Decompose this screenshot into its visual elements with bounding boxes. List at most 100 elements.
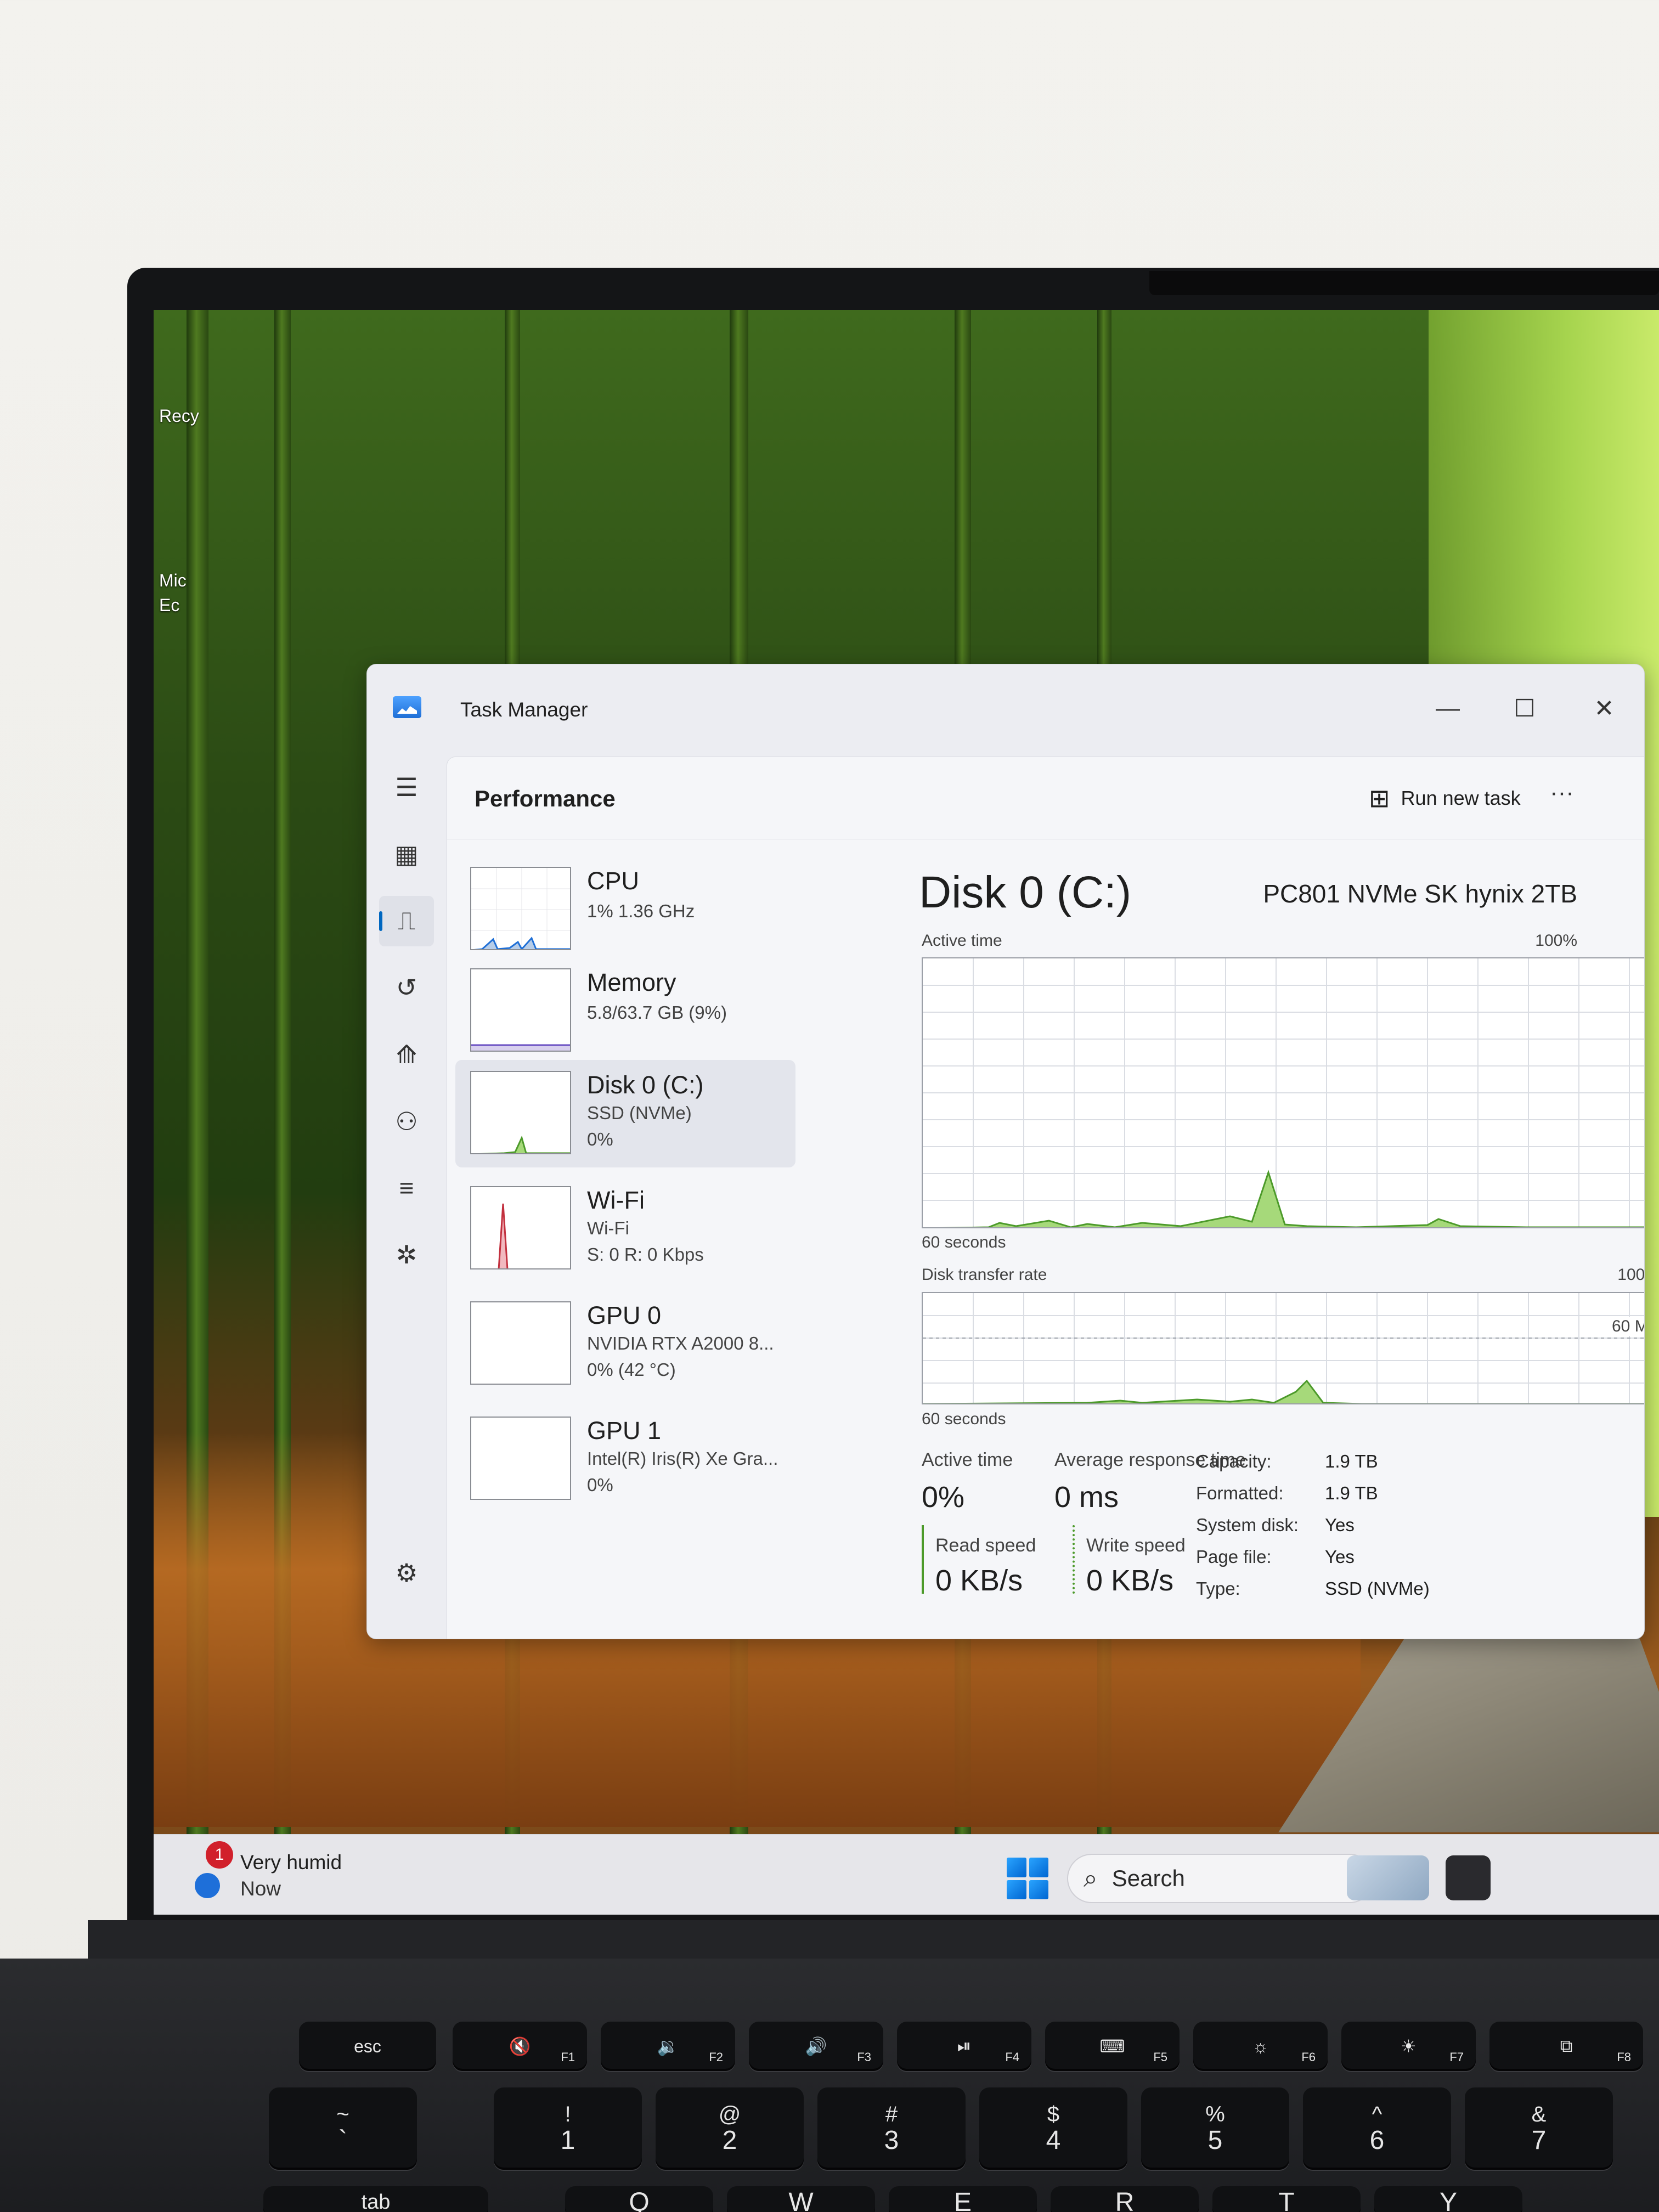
titlebar[interactable]: Task Manager — ☐ ✕: [367, 664, 1644, 747]
display-icon: ⧉: [1560, 2036, 1573, 2056]
key-t[interactable]: T: [1212, 2186, 1361, 2212]
startup-apps-icon[interactable]: ⟰: [379, 1029, 434, 1080]
brightness-down-icon: ☼: [1252, 2036, 1269, 2056]
task-manager-window: Task Manager — ☐ ✕ ☰ ▦ ⎍ ↺ ⟰ ⚇ ≡ ✲ ⚙ Per…: [366, 664, 1645, 1639]
active-time-label: Active time: [922, 932, 1002, 950]
close-button[interactable]: ✕: [1571, 686, 1637, 730]
f2-volume-down-key[interactable]: 🔉 F2: [601, 2022, 735, 2071]
resource-name: Wi-Fi: [587, 1186, 645, 1214]
f4-play-pause-key[interactable]: ⏯ F4: [897, 2022, 1031, 2071]
backtick-key[interactable]: ~ `: [269, 2087, 417, 2170]
cpu-thumbnail-graph: [470, 867, 571, 950]
key-q[interactable]: Q: [565, 2186, 713, 2212]
performance-icon[interactable]: ⎍: [379, 896, 434, 946]
key-bottom: 1: [560, 2125, 575, 2155]
resource-gpu-0[interactable]: GPU 0 NVIDIA RTX A2000 8... 0% (42 °C): [455, 1290, 795, 1398]
details-icon[interactable]: ≡: [379, 1163, 434, 1213]
transfer-rate-mid: 60 MB/s: [1609, 1317, 1644, 1336]
key-r[interactable]: R: [1051, 2186, 1199, 2212]
key-label: E: [953, 2187, 972, 2212]
wifi-thumbnail-graph: [470, 1186, 571, 1269]
key-top: %: [1205, 2102, 1225, 2126]
transfer-rate-graph: 60 MB/s: [922, 1292, 1644, 1404]
gpu0-thumbnail-graph: [470, 1301, 571, 1385]
key-fn-label: F5: [1153, 2050, 1167, 2064]
active-time-max: 100%: [1535, 932, 1577, 950]
key-5[interactable]: % 5: [1141, 2087, 1289, 2170]
key-fn-label: F4: [1005, 2050, 1019, 2064]
mute-icon: 🔇: [509, 2036, 531, 2056]
resource-wifi[interactable]: Wi-Fi Wi-Fi S: 0 R: 0 Kbps: [455, 1175, 795, 1283]
resource-name: CPU: [587, 867, 640, 895]
webcam-bar: [1149, 271, 1659, 295]
brightness-up-icon: ☀: [1401, 2036, 1417, 2056]
volume-up-icon: 🔊: [805, 2036, 827, 2056]
key-fn-label: F3: [857, 2050, 871, 2064]
key-fn-label: F2: [709, 2050, 723, 2064]
resource-name: GPU 1: [587, 1417, 662, 1444]
memory-thumbnail-graph: [470, 968, 571, 1052]
type-value: SSD (NVMe): [1325, 1578, 1430, 1599]
f6-brightness-down-key[interactable]: ☼ F6: [1193, 2022, 1328, 2071]
f1-mute-key[interactable]: 🔇 F1: [453, 2022, 587, 2071]
formatted-value: 1.9 TB: [1325, 1483, 1378, 1503]
esc-key[interactable]: esc: [299, 2022, 436, 2071]
desktop-icon-edge-label: Ec: [159, 595, 180, 615]
maximize-button[interactable]: ☐: [1492, 686, 1558, 730]
app-history-icon[interactable]: ↺: [379, 962, 434, 1013]
active-time-stat-label: Active time: [922, 1449, 1013, 1470]
key-bottom: 5: [1207, 2125, 1223, 2155]
processes-icon[interactable]: ▦: [379, 829, 434, 879]
desktop-icon-recycle-bin[interactable]: Recy: [159, 406, 199, 426]
resource-memory[interactable]: Memory 5.8/63.7 GB (9%): [455, 957, 795, 1065]
run-task-icon: ⊞: [1369, 784, 1390, 812]
f3-volume-up-key[interactable]: 🔊 F3: [749, 2022, 883, 2071]
more-options-button[interactable]: ···: [1550, 779, 1574, 806]
minimize-button[interactable]: —: [1415, 686, 1481, 730]
run-new-task-button[interactable]: ⊞ Run new task: [1369, 779, 1521, 817]
resource-cpu[interactable]: CPU 1% 1.36 GHz: [455, 856, 795, 963]
key-4[interactable]: $ 4: [979, 2087, 1127, 2170]
resource-detail: 0%: [587, 1129, 613, 1149]
key-7[interactable]: & 7: [1465, 2087, 1613, 2170]
hamburger-menu-icon[interactable]: ☰: [379, 762, 434, 812]
settings-icon[interactable]: ⚙: [379, 1548, 434, 1598]
key-e[interactable]: E: [889, 2186, 1037, 2212]
key-label: esc: [354, 2036, 381, 2056]
task-view-icon[interactable]: [1446, 1855, 1491, 1900]
tab-key[interactable]: tab: [263, 2186, 488, 2212]
key-6[interactable]: ^ 6: [1303, 2087, 1451, 2170]
key-3[interactable]: # 3: [817, 2087, 966, 2170]
key-y[interactable]: Y: [1374, 2186, 1522, 2212]
taskbar-search[interactable]: ⌕ Search: [1067, 1854, 1374, 1903]
key-w[interactable]: W: [727, 2186, 875, 2212]
task-manager-icon: [393, 696, 421, 718]
start-button[interactable]: [1007, 1858, 1048, 1899]
key-bottom: `: [338, 2125, 347, 2155]
f7-brightness-up-key[interactable]: ☀ F7: [1341, 2022, 1476, 2071]
key-top: !: [565, 2102, 571, 2126]
key-top: #: [885, 2102, 898, 2126]
key-1[interactable]: ! 1: [494, 2087, 642, 2170]
resource-detail: 0% (42 °C): [587, 1359, 676, 1380]
resource-gpu-1[interactable]: GPU 1 Intel(R) Iris(R) Xe Gra... 0%: [455, 1406, 795, 1513]
search-highlight-icon[interactable]: [1347, 1855, 1429, 1900]
key-bottom: 6: [1369, 2125, 1385, 2155]
search-placeholder: Search: [1111, 1865, 1185, 1891]
desktop-icon-edge[interactable]: Mic: [159, 571, 187, 591]
f5-keyboard-light-key[interactable]: ⌨ F5: [1045, 2022, 1180, 2071]
hinge: [88, 1920, 1659, 1964]
weather-text[interactable]: Very humid: [240, 1851, 342, 1874]
read-speed-value: 0 KB/s: [935, 1564, 1023, 1597]
users-icon[interactable]: ⚇: [379, 1096, 434, 1147]
resource-disk-0[interactable]: Disk 0 (C:) SSD (NVMe) 0%: [455, 1060, 795, 1167]
services-icon[interactable]: ✲: [379, 1229, 434, 1280]
avg-response-value: 0 ms: [1054, 1481, 1119, 1514]
active-time-x-left: 60 seconds: [922, 1233, 1006, 1251]
resource-detail: SSD (NVMe): [587, 1103, 692, 1123]
f8-display-key[interactable]: ⧉ F8: [1489, 2022, 1643, 2071]
taskbar: 1 Very humid Now ⌕ Search: [154, 1834, 1659, 1915]
window-title: Task Manager: [460, 698, 588, 721]
key-2[interactable]: @ 2: [656, 2087, 804, 2170]
read-speed-bar: [922, 1525, 924, 1594]
